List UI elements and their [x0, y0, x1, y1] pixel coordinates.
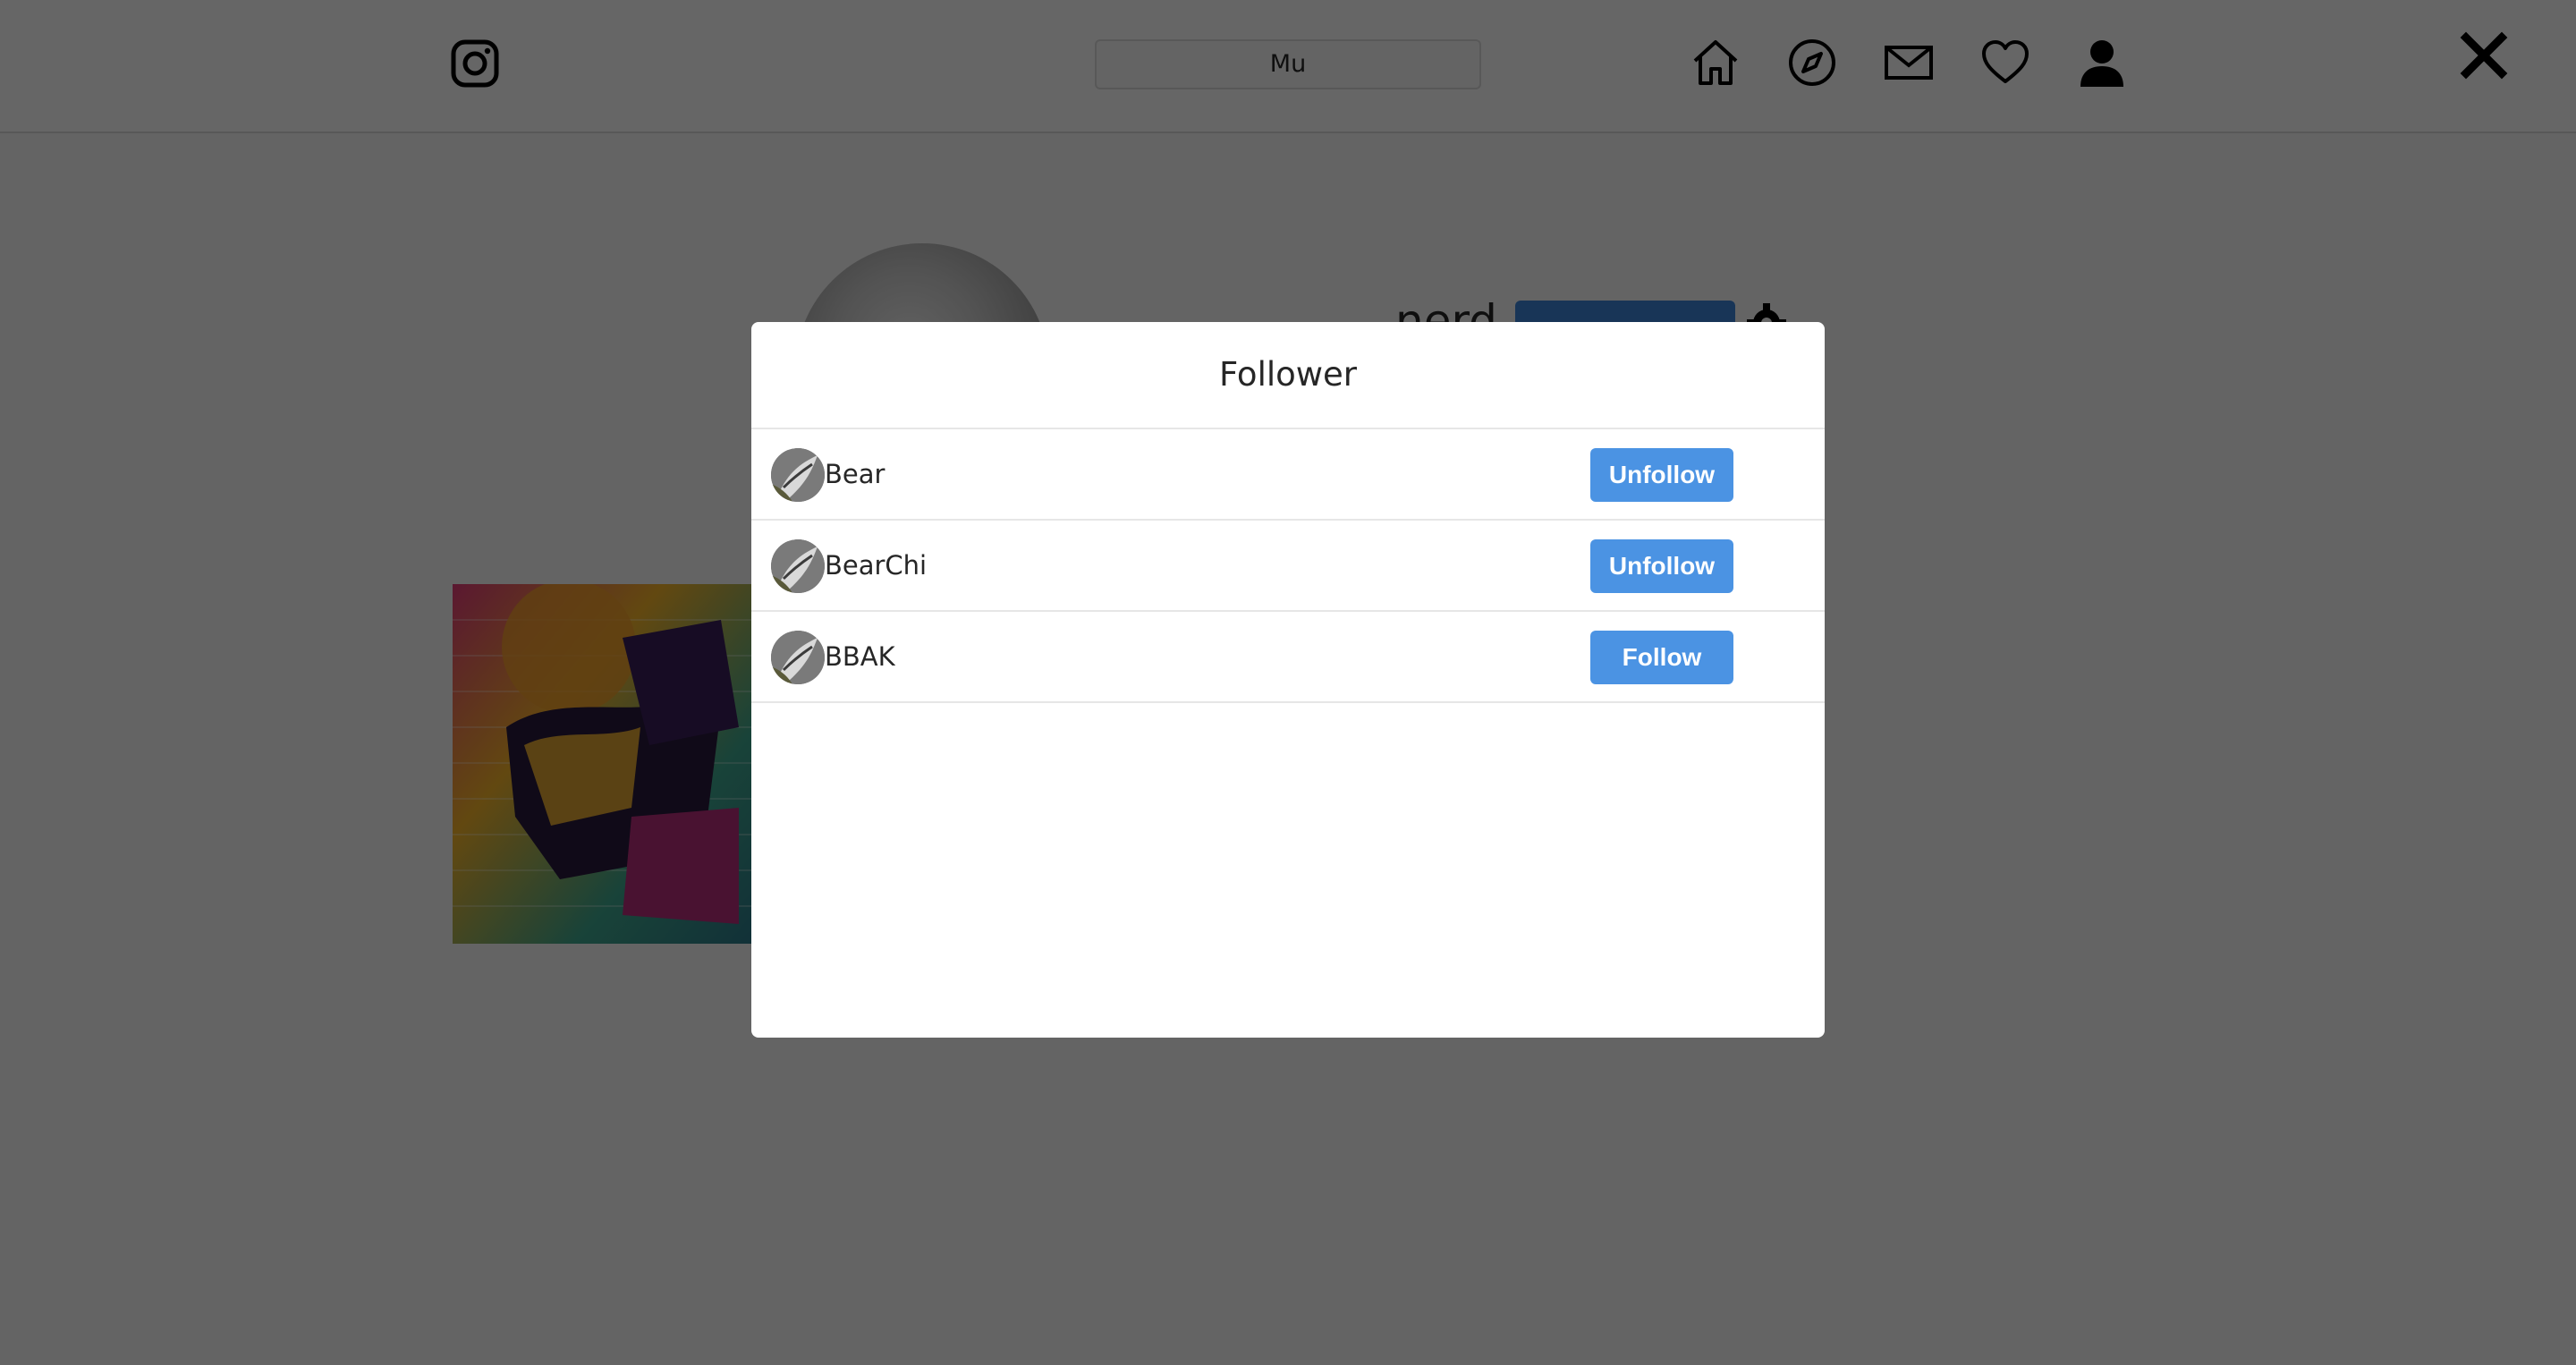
unfollow-button[interactable]: Unfollow	[1590, 539, 1733, 593]
follow-button[interactable]: Follow	[1590, 631, 1733, 684]
close-icon[interactable]	[2459, 30, 2509, 81]
follower-modal: Follower Bear Unfollow BearChi Unfollow	[751, 322, 1825, 1038]
follower-row: BearChi Unfollow	[751, 521, 1825, 612]
follower-row: Bear Unfollow	[751, 429, 1825, 521]
follower-name[interactable]: BearChi	[825, 521, 927, 610]
avatar[interactable]	[771, 631, 825, 684]
avatar[interactable]	[771, 539, 825, 593]
unfollow-button[interactable]: Unfollow	[1590, 448, 1733, 502]
follower-name[interactable]: BBAK	[825, 612, 895, 701]
follower-name[interactable]: Bear	[825, 429, 885, 519]
follower-row: BBAK Follow	[751, 612, 1825, 703]
avatar[interactable]	[771, 448, 825, 502]
modal-title: Follower	[751, 322, 1825, 429]
